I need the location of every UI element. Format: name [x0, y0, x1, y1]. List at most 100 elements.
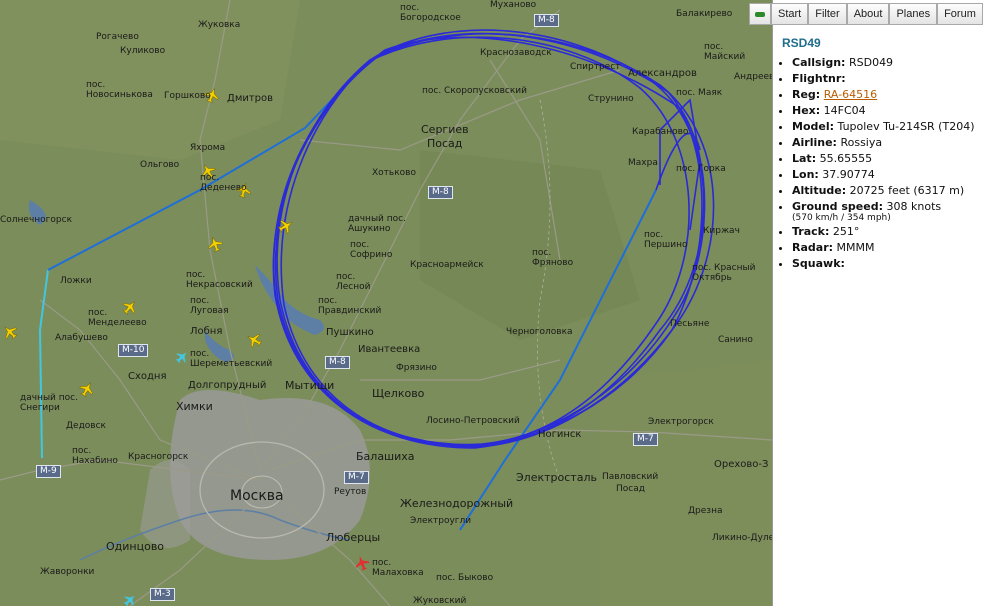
detail-label: Altitude:	[792, 184, 847, 197]
map-label: пос. Софрино	[350, 240, 393, 260]
map-label: Ольгово	[140, 160, 180, 170]
map-label: дачный пос. Снегири	[20, 393, 78, 413]
nav-start-button[interactable]: Start	[771, 3, 809, 25]
map-label: Электрогорск	[648, 417, 714, 427]
map-label: Одинцово	[106, 540, 165, 553]
map-label: пос. Красный Октябрь	[692, 263, 756, 283]
road-shield: M-7	[633, 433, 658, 446]
map-label: пос. Правдинский	[318, 296, 382, 316]
map-label: Реутов	[334, 487, 367, 497]
detail-value: 251°	[832, 225, 860, 238]
panel-toggle-button[interactable]	[749, 3, 771, 25]
detail-label: Callsign:	[792, 56, 846, 69]
map-label: пос. Деденево	[200, 173, 247, 193]
map-label: Краснозаводск	[480, 48, 552, 58]
detail-value: 308 knots	[886, 200, 942, 213]
nav-planes-button[interactable]: Planes	[889, 3, 938, 25]
detail-label: Track:	[792, 225, 830, 238]
detail-label: Reg:	[792, 88, 821, 101]
map-label: Пушкино	[326, 327, 374, 338]
map-label: Сходня	[128, 371, 167, 382]
map-label: Дрезна	[688, 506, 723, 516]
map-label: пос. Першино	[644, 230, 688, 250]
road-shield: M-10	[118, 344, 149, 357]
map-label: Электроугли	[410, 516, 472, 526]
map-label: Химки	[176, 400, 213, 413]
road-shield: M-7	[344, 471, 369, 484]
detail-label: Flightnr:	[792, 72, 846, 85]
map-label: Фрязино	[396, 363, 437, 373]
map-label: пос. Богородское	[400, 3, 461, 23]
detail-lon: Lon: 37.90774	[792, 167, 974, 183]
nav-forum-button[interactable]: Forum	[937, 3, 983, 25]
map-label: Красноармейск	[410, 260, 484, 270]
map-label: Санино	[718, 335, 753, 345]
road-shield: M-9	[36, 465, 61, 478]
map-label: Ложки	[60, 276, 92, 286]
detail-value: 20725 feet (6317 m)	[849, 184, 965, 197]
map-label: Железнодорожный	[400, 497, 514, 510]
map-label: пос. Нахабино	[72, 446, 118, 466]
map-label: Ногинск	[538, 429, 582, 440]
map-label: Дмитров	[227, 93, 274, 104]
road-shield: M-8	[428, 186, 453, 199]
map-label: Махра	[628, 158, 658, 168]
map-label: Красногорск	[128, 452, 189, 462]
map-label: Жуковка	[198, 20, 241, 30]
detail-altitude: Altitude: 20725 feet (6317 m)	[792, 183, 974, 199]
map-label: Черноголовка	[506, 327, 573, 337]
detail-airline: Airline: Rossiya	[792, 135, 974, 151]
map-label: Солнечногорск	[0, 215, 73, 225]
detail-value: RSD049	[848, 56, 894, 69]
detail-label: Hex:	[792, 104, 821, 117]
nav-filter-button[interactable]: Filter	[808, 3, 847, 25]
map-label: дачный пос. Ашукино	[348, 214, 406, 234]
map-label: Орехово-З	[714, 459, 769, 470]
detail-value: 14FC04	[823, 104, 866, 117]
top-nav: Start Filter About Planes Forum	[749, 3, 983, 25]
detail-value: MMMM	[836, 241, 875, 254]
flight-details-list: Callsign: RSD049 Flightnr: Reg: RA-64516…	[780, 55, 974, 272]
detail-value: Rossiya	[840, 136, 883, 149]
map-label: Карабаново	[632, 127, 689, 137]
nav-about-button[interactable]: About	[846, 3, 890, 25]
map-label: Балашиха	[356, 450, 415, 463]
map-label: Ликино-Дулево	[712, 533, 772, 543]
detail-subvalue: (570 km/h / 354 mph)	[792, 213, 891, 223]
map-label: Спиртрест	[570, 62, 621, 72]
detail-flightnr: Flightnr:	[792, 71, 974, 87]
map-label: Рогачево	[96, 32, 139, 42]
map-label: пос. Малаховка	[372, 558, 424, 578]
registration-link[interactable]: RA-64516	[824, 88, 877, 101]
flight-map[interactable]: Жуковка Рогачево Куликово Дмитров Горшко…	[0, 0, 773, 606]
detail-value: 55.65555	[819, 152, 873, 165]
detail-label: Airline:	[792, 136, 837, 149]
map-label: Куликово	[120, 46, 166, 56]
map-label: пос. Луговая	[190, 296, 229, 316]
map-label: пос. Новосинькова	[86, 80, 153, 100]
map-label: Горшково	[164, 91, 211, 101]
map-label: Алабушево	[55, 333, 108, 343]
map-label: пос. Скоропуcковский	[422, 86, 527, 96]
map-label: Киржач	[703, 226, 740, 236]
map-label: пос. Некрасовский	[186, 270, 253, 290]
map-label: пос. Майский	[704, 42, 746, 62]
map-label: Струнино	[588, 94, 634, 104]
detail-lat: Lat: 55.65555	[792, 151, 974, 167]
map-label: Мытищи	[285, 379, 335, 392]
map-label: Ивантеевка	[358, 344, 421, 355]
map-label: Лобня	[190, 326, 223, 337]
map-label: пос. Горка	[676, 164, 726, 174]
map-label: пос. Шереметьевский	[190, 349, 273, 369]
detail-model: Model: Tupolev Tu-214SR (T204)	[792, 119, 974, 135]
map-label: Жаворонки	[40, 567, 95, 577]
detail-label: Lon:	[792, 168, 819, 181]
detail-value: Tupolev Tu-214SR (T204)	[837, 120, 975, 133]
detail-callsign: Callsign: RSD049	[792, 55, 974, 71]
map-label: Лосино-Петровский	[426, 416, 520, 426]
detail-reg: Reg: RA-64516	[792, 87, 974, 103]
map-label: Посад	[427, 137, 463, 150]
detail-hex: Hex: 14FC04	[792, 103, 974, 119]
map-label: Дедовск	[66, 421, 106, 431]
map-label: Посад	[616, 484, 645, 494]
